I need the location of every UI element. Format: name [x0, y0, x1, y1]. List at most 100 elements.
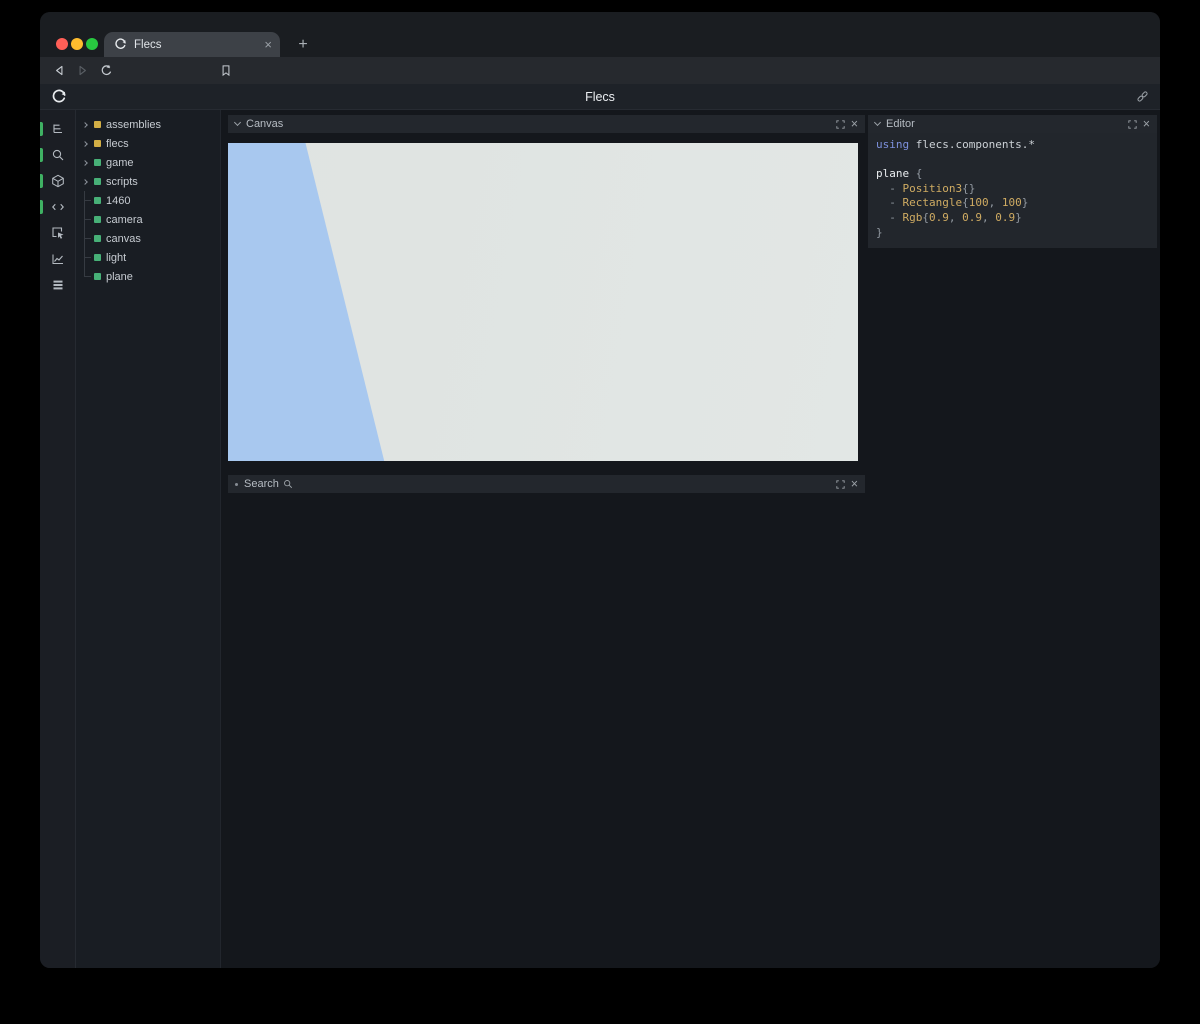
browser-tab[interactable]: Flecs ×: [104, 32, 280, 57]
tree-item-scripts[interactable]: scripts: [76, 172, 220, 191]
tree-item-label: camera: [106, 214, 143, 226]
tree-item-plane[interactable]: plane: [76, 267, 220, 286]
share-link-icon[interactable]: [1136, 90, 1149, 108]
close-window-button[interactable]: [56, 38, 68, 50]
entity-tree-panel: assemblies flecs game scripts 1460 camera canv…: [76, 110, 221, 968]
bullet-icon: [235, 483, 238, 486]
tree-item-game[interactable]: game: [76, 153, 220, 172]
data-tables-icon: [51, 278, 65, 292]
code-line: using flecs.components.*: [876, 138, 1149, 153]
inspector-icon: [51, 226, 65, 240]
entity-color-swatch: [94, 121, 101, 128]
canvas-panel-header: Canvas ×: [228, 115, 865, 133]
active-indicator: [40, 122, 43, 136]
minimize-window-button[interactable]: [71, 38, 83, 50]
code-line: }: [876, 226, 1149, 241]
sidebar-entities-cube-button[interactable]: [40, 168, 75, 194]
browser-toolbar: flecs.dev /explorer/?wasm=https://www.fl…: [40, 57, 1160, 84]
page-title: Flecs: [585, 84, 615, 110]
close-panel-icon[interactable]: ×: [851, 118, 858, 131]
code-line: [876, 153, 1149, 168]
sidebar-query-search-button[interactable]: [40, 142, 75, 168]
expand-chevron-icon[interactable]: [82, 153, 91, 172]
entity-color-swatch: [94, 197, 101, 204]
tree-item-canvas[interactable]: canvas: [76, 229, 220, 248]
tree-guide-tick: [82, 248, 91, 267]
canvas-panel-title: Canvas: [246, 118, 283, 130]
bookmark-icon[interactable]: [215, 57, 237, 84]
tree-guide-tick: [82, 210, 91, 229]
tree-guide-tick: [82, 191, 91, 210]
tree-item-label: game: [106, 157, 134, 169]
zoom-window-button[interactable]: [86, 38, 98, 50]
code-line: plane {: [876, 167, 1149, 182]
canvas-viewport[interactable]: [228, 143, 858, 461]
code-editor[interactable]: using flecs.components.* plane { - Posit…: [868, 133, 1157, 248]
tree-item-label: plane: [106, 271, 133, 283]
tree-item-flecs[interactable]: flecs: [76, 134, 220, 153]
tree-guide-tick: [82, 267, 91, 286]
sidebar-data-tables-button[interactable]: [40, 272, 75, 298]
fullscreen-icon[interactable]: [1128, 120, 1137, 129]
editor-panel-header: Editor ×: [868, 115, 1157, 133]
fullscreen-icon[interactable]: [836, 120, 845, 129]
statistics-chart-icon: [51, 252, 65, 266]
reload-button[interactable]: [95, 57, 117, 84]
tree-guide-tick: [82, 229, 91, 248]
tree-item-label: light: [106, 252, 126, 264]
active-indicator: [40, 200, 43, 214]
entity-color-swatch: [94, 159, 101, 166]
tab-close-icon[interactable]: ×: [264, 38, 272, 51]
entity-color-swatch: [94, 178, 101, 185]
code-editor-icon: [51, 200, 65, 214]
fullscreen-icon[interactable]: [836, 480, 845, 489]
sidebar-statistics-chart-button[interactable]: [40, 246, 75, 272]
sidebar-code-editor-button[interactable]: [40, 194, 75, 220]
sidebar-inspector-button[interactable]: [40, 220, 75, 246]
tab-title: Flecs: [134, 39, 257, 51]
tree-item-assemblies[interactable]: assemblies: [76, 115, 220, 134]
tree-item-camera[interactable]: camera: [76, 210, 220, 229]
app-header: Flecs: [40, 84, 1160, 110]
forward-button[interactable]: [71, 57, 93, 84]
flecs-logo-icon: [51, 89, 67, 110]
entity-color-swatch: [94, 140, 101, 147]
expand-chevron-icon[interactable]: [82, 172, 91, 191]
entity-color-swatch: [94, 254, 101, 261]
entity-color-swatch: [94, 235, 101, 242]
code-line: - Rgb{0.9, 0.9, 0.9}: [876, 211, 1149, 226]
search-panel: Search ×: [228, 475, 865, 493]
tree-item-1460[interactable]: 1460: [76, 191, 220, 210]
entity-tree-icon: [51, 122, 65, 136]
close-panel-icon[interactable]: ×: [1143, 118, 1150, 131]
entities-cube-icon: [51, 174, 65, 188]
back-button[interactable]: [48, 57, 70, 84]
window-controls: [56, 38, 98, 50]
expand-chevron-icon[interactable]: [82, 134, 91, 153]
collapse-chevron-icon[interactable]: [874, 119, 881, 126]
scene-sky: [228, 143, 858, 461]
search-panel-header[interactable]: Search ×: [228, 475, 865, 493]
code-line: - Rectangle{100, 100}: [876, 196, 1149, 211]
active-indicator: [40, 148, 43, 162]
tree-item-label: scripts: [106, 176, 138, 188]
tree-item-label: flecs: [106, 138, 129, 150]
tree-item-label: canvas: [106, 233, 141, 245]
new-tab-button[interactable]: +: [292, 34, 314, 56]
collapse-chevron-icon[interactable]: [234, 119, 241, 126]
query-search-icon: [51, 148, 65, 162]
tree-item-label: assemblies: [106, 119, 161, 131]
tool-sidebar: [40, 110, 76, 968]
close-panel-icon[interactable]: ×: [851, 478, 858, 491]
tree-item-light[interactable]: light: [76, 248, 220, 267]
entity-color-swatch: [94, 216, 101, 223]
editor-panel-title: Editor: [886, 118, 915, 130]
tree-item-label: 1460: [106, 195, 130, 207]
sidebar-entity-tree-button[interactable]: [40, 116, 75, 142]
code-line: - Position3{}: [876, 182, 1149, 197]
active-indicator: [40, 174, 43, 188]
canvas-panel: Canvas ×: [228, 115, 865, 461]
flecs-explorer-page: Flecs assemblies flecs game scripts 1460 came…: [40, 84, 1160, 968]
expand-chevron-icon[interactable]: [82, 115, 91, 134]
search-icon: [283, 479, 293, 489]
